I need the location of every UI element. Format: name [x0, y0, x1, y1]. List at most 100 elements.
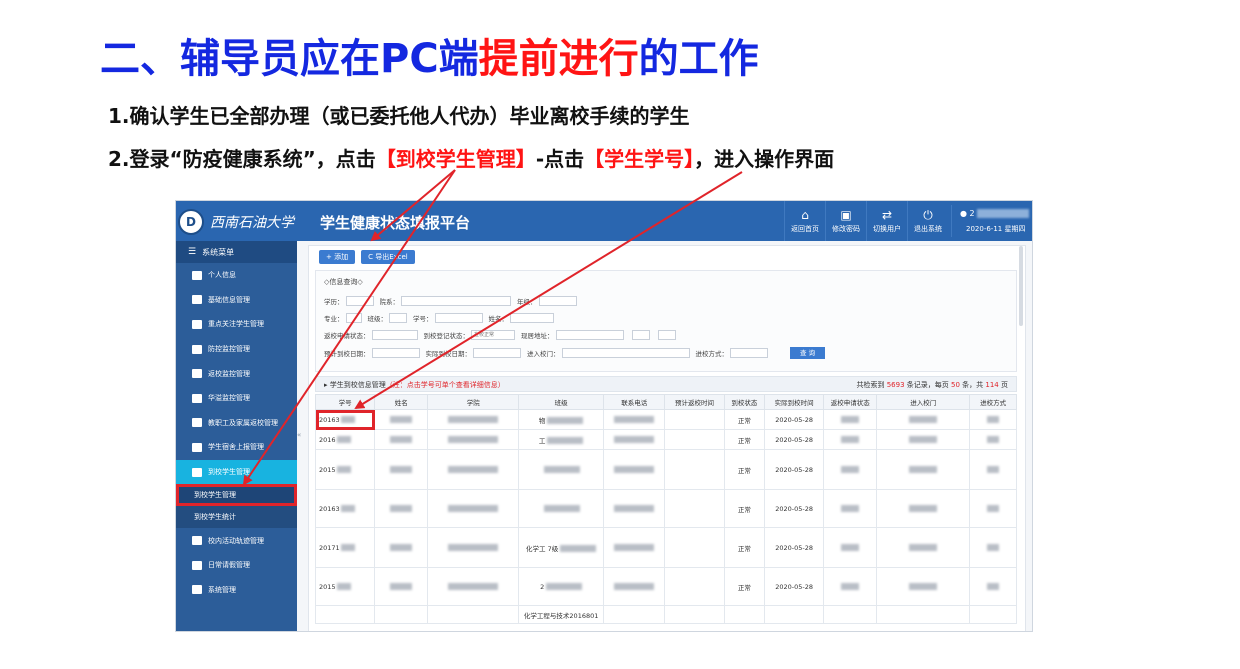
table-row[interactable]: 20163 物 正常 2020-05-28 — [314, 409, 1017, 430]
pager-text: 条记录，每页 — [906, 381, 949, 389]
column-header[interactable]: 姓名 — [374, 394, 429, 410]
column-header[interactable]: 预计返校时间 — [664, 394, 725, 410]
search-button[interactable]: 查 询 — [790, 347, 826, 359]
name-input[interactable] — [510, 313, 554, 323]
table-row[interactable]: 20171 化学工 7级 正常 2020-05-28 — [314, 527, 1017, 568]
sidebar-item-basic-info[interactable]: 基础信息管理 — [176, 288, 297, 313]
student-id-link[interactable]: 2015 — [319, 583, 336, 591]
address-province-select[interactable] — [555, 330, 624, 340]
nav-home-button[interactable]: ⌂ 返回首页 — [784, 201, 825, 241]
table-row[interactable]: 20163 正常 2020-05-28 — [314, 489, 1017, 528]
student-table: 学号 姓名 学院 班级 联系电话 预计返校时间 到校状态 实际到校时间 返校申请… — [314, 394, 1017, 624]
pager-text: 共检索到 — [856, 381, 885, 389]
sidebar-item-label: 系统管理 — [208, 585, 236, 594]
scrollbar[interactable] — [1019, 246, 1023, 326]
sidebar-header[interactable]: ☰ 系统菜单 — [176, 241, 297, 263]
student-id-cell[interactable] — [314, 605, 376, 624]
label-education: 学历： — [324, 298, 344, 306]
title-part1: 二、辅导员应在PC端 — [100, 36, 479, 82]
student-id-link[interactable]: 20163 — [319, 505, 340, 513]
class-text: 2 — [540, 582, 545, 591]
column-header[interactable]: 进校方式 — [969, 394, 1017, 410]
student-id-input[interactable] — [434, 313, 483, 323]
column-header[interactable]: 到校状态 — [723, 394, 765, 410]
arrival-registration-select[interactable]: 在校正常 — [471, 330, 515, 340]
blurred-text — [448, 466, 499, 473]
step2-highlight-2: 【学生学号】 — [584, 147, 695, 171]
blurred-text — [448, 505, 499, 512]
toolbar: + 添加 C 导出Excel — [319, 250, 415, 264]
sidebar-item-dorm-report[interactable]: 学生宿舍上报管理 — [176, 435, 297, 460]
actual-date-input[interactable] — [473, 348, 521, 358]
student-id-cell[interactable]: 20163 — [314, 409, 376, 430]
sidebar-item-label: 教职工及家属返校管理 — [208, 418, 278, 427]
table-row[interactable]: 2015 正常 2020-05-28 — [314, 449, 1017, 490]
major-select[interactable] — [345, 313, 362, 323]
class-text: 物 — [538, 416, 546, 425]
doc-list-icon — [192, 536, 202, 546]
sidebar-item-staff-return[interactable]: 教职工及家属返校管理 — [176, 411, 297, 436]
student-id-cell[interactable]: 2015 — [314, 449, 376, 490]
table-cell — [969, 409, 1017, 430]
department-select[interactable] — [401, 296, 511, 306]
sidebar-item-system[interactable]: 系统管理 — [176, 578, 297, 603]
table-cell — [876, 527, 971, 568]
address-city-select[interactable] — [631, 330, 650, 340]
sidebar-item-key-students[interactable]: 重点关注学生管理 — [176, 312, 297, 337]
sidebar-item-label: 防控监控管理 — [208, 345, 250, 354]
blurred-text — [544, 505, 581, 512]
query-row-3: 返校申请状态： 到校登记状态： 在校正常 现居地址： — [324, 329, 682, 341]
table-cell — [602, 489, 666, 528]
sidebar-item-huayi[interactable]: 华溢监控管理 — [176, 386, 297, 411]
table-row[interactable]: 2016 工 正常 2020-05-28 — [314, 429, 1017, 450]
total-records: 5693 — [886, 381, 905, 389]
column-header[interactable]: 返校申请状态 — [823, 394, 878, 410]
sidebar-item-prevention[interactable]: 防控监控管理 — [176, 337, 297, 362]
expected-date-input[interactable] — [371, 348, 420, 358]
sidebar-subitem-arrived-statistics[interactable]: 到校学生统计 — [176, 506, 297, 529]
column-header[interactable]: 实际到校时间 — [763, 394, 825, 410]
return-application-select[interactable] — [371, 330, 418, 340]
sidebar-item-label: 基础信息管理 — [208, 295, 250, 304]
address-district-select[interactable] — [657, 330, 676, 340]
student-id-link[interactable]: 2015 — [319, 466, 336, 474]
blurred-text — [340, 505, 355, 512]
student-id-cell[interactable]: 2015 — [314, 567, 376, 606]
sidebar-item-arrived-students[interactable]: 到校学生管理 — [176, 459, 297, 485]
column-header[interactable]: 联系电话 — [602, 394, 666, 410]
column-header[interactable]: 学院 — [427, 394, 520, 410]
user-info[interactable]: ● 2 2020-6-11 星期四 — [951, 205, 1032, 237]
entry-method-select[interactable] — [730, 348, 768, 358]
query-row-2: 专业： 班级： 学号： 姓名： — [324, 312, 560, 324]
sidebar-collapse-icon[interactable]: « — [297, 431, 303, 439]
student-id-cell[interactable]: 20171 — [314, 527, 376, 568]
sidebar-subitem-arrived-management[interactable]: 到校学生管理 — [176, 484, 297, 507]
student-id-link[interactable]: 2016 — [319, 436, 336, 444]
grade-select[interactable] — [538, 296, 577, 306]
table-row[interactable]: 化学工程与技术2016801 — [314, 605, 1017, 624]
education-select[interactable] — [345, 296, 374, 306]
nav-switch-user-button[interactable]: ⇄ 切换用户 — [866, 201, 907, 241]
student-id-cell[interactable]: 20163 — [314, 489, 376, 528]
users-icon — [192, 295, 202, 305]
gate-select[interactable] — [561, 348, 690, 358]
class-text: 工 — [538, 436, 546, 445]
sidebar-item-personal-info[interactable]: 个人信息 — [176, 263, 297, 288]
sidebar-header-label: 系统菜单 — [202, 247, 235, 257]
class-select[interactable] — [389, 313, 407, 323]
student-id-link[interactable]: 20163 — [319, 416, 340, 424]
table-row[interactable]: 2015 2 正常 2020-05-28 — [314, 567, 1017, 606]
add-button[interactable]: + 添加 — [319, 250, 356, 264]
column-header[interactable]: 班级 — [518, 394, 604, 410]
sidebar-subitem-label: 到校学生管理 — [194, 491, 236, 500]
student-id-cell[interactable]: 2016 — [314, 429, 376, 450]
sidebar-item-leave[interactable]: 日常请假管理 — [176, 553, 297, 578]
student-id-link[interactable]: 20171 — [319, 544, 340, 552]
nav-logout-button[interactable]: ⏻ 退出系统 — [907, 201, 948, 241]
nav-password-button[interactable]: ▣ 修改密码 — [825, 201, 866, 241]
export-excel-button[interactable]: C 导出Excel — [361, 250, 415, 264]
sidebar-item-campus-track[interactable]: 校内活动轨迹管理 — [176, 528, 297, 553]
sidebar-item-return-monitor[interactable]: 返校监控管理 — [176, 361, 297, 386]
column-header[interactable]: 进入校门 — [876, 394, 971, 410]
column-header[interactable]: 学号 — [314, 394, 376, 410]
